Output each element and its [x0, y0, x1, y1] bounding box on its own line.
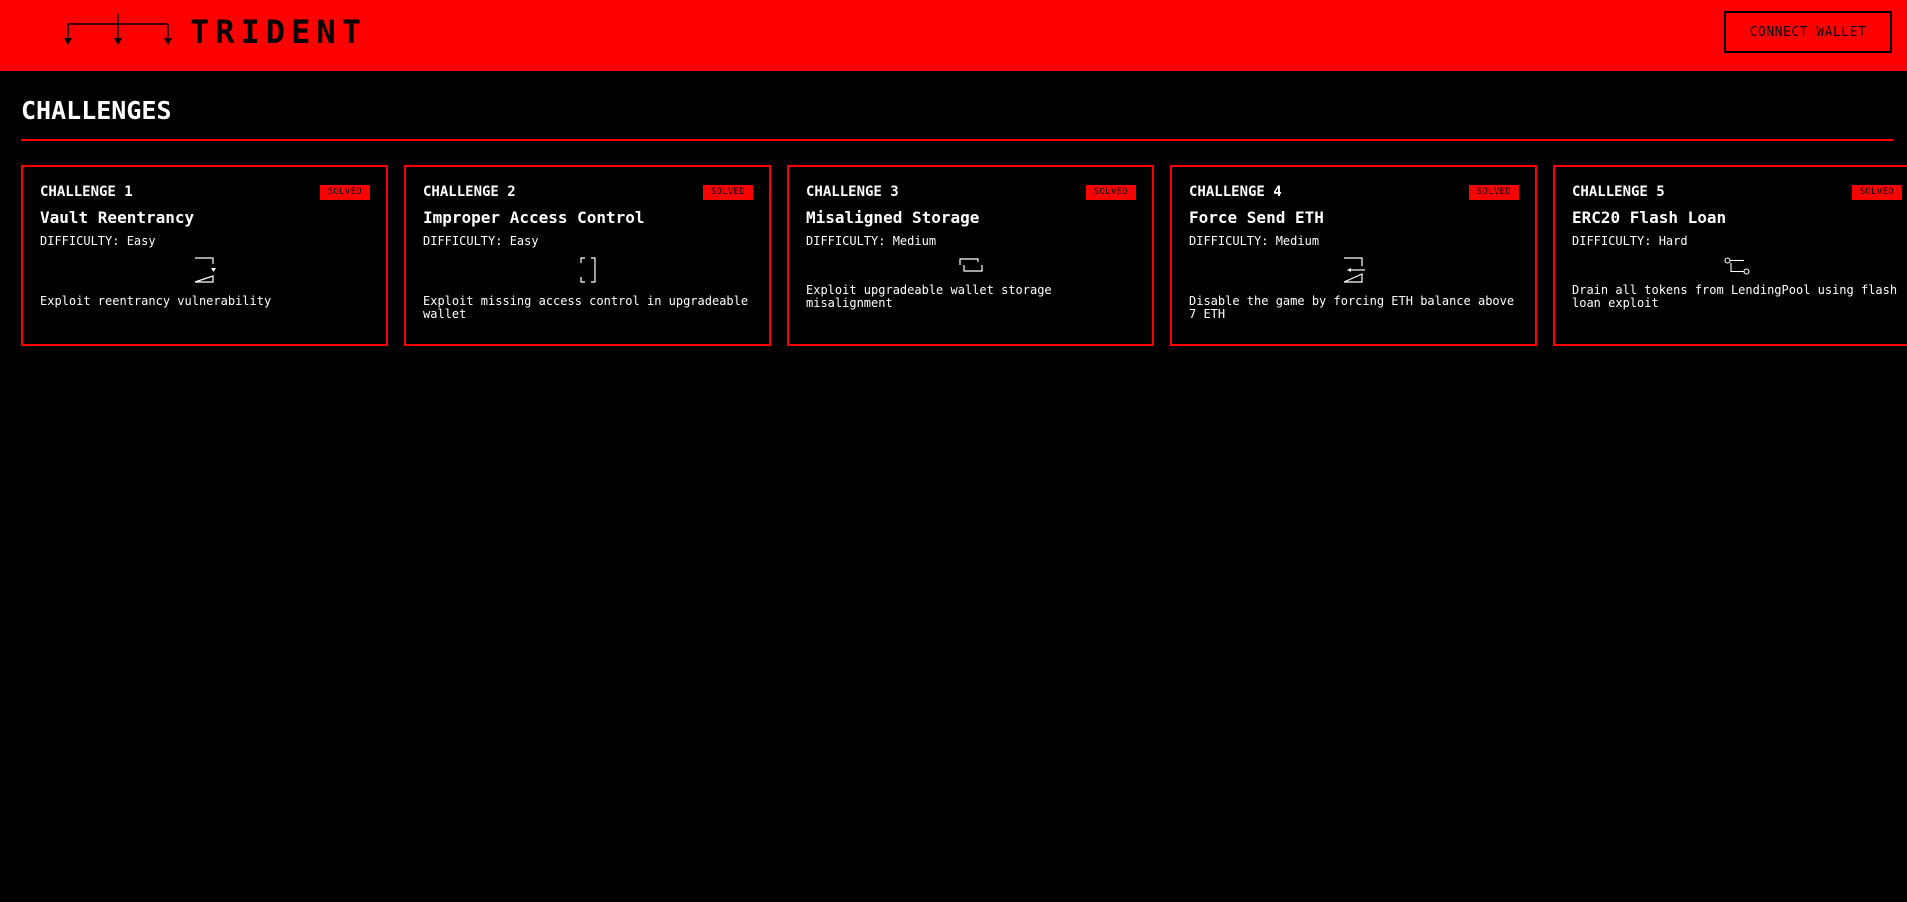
status-badge: SOLVED — [1851, 185, 1902, 200]
challenge-title: Misaligned Storage — [806, 208, 980, 227]
challenge-title: Vault Reentrancy — [40, 208, 195, 227]
brand-name: TRIDENT — [190, 13, 367, 51]
page-title: CHALLENGES — [21, 96, 172, 125]
challenge-description: Exploit missing access control in upgrad… — [423, 294, 749, 321]
challenge-card-2[interactable]: CHALLENGE 2 SOLVED Improper Access Contr… — [404, 165, 771, 346]
connect-wallet-button[interactable]: CONNECT WALLET — [1724, 11, 1892, 53]
status-badge: SOLVED — [1468, 185, 1519, 200]
door-push-icon — [1343, 257, 1365, 283]
top-bar: TRIDENT CONNECT WALLET — [0, 0, 1907, 71]
challenge-title: Force Send ETH — [1189, 208, 1324, 227]
challenge-difficulty: DIFFICULTY: Medium — [806, 234, 937, 248]
challenge-list: CHALLENGE 1 SOLVED Vault Reentrancy DIFF… — [21, 165, 1907, 346]
status-badge: SOLVED — [319, 185, 370, 200]
challenge-difficulty: DIFFICULTY: Hard — [1572, 234, 1688, 248]
challenge-description: Disable the game by forcing ETH balance … — [1189, 294, 1515, 321]
challenge-card-3[interactable]: CHALLENGE 3 SOLVED Misaligned Storage DI… — [787, 165, 1154, 346]
door-enter-icon — [194, 257, 216, 283]
challenge-difficulty: DIFFICULTY: Easy — [40, 234, 156, 248]
challenge-difficulty: DIFFICULTY: Easy — [423, 234, 539, 248]
challenge-card-5[interactable]: CHALLENGE 5 SOLVED ERC20 Flash Loan DIFF… — [1553, 165, 1907, 346]
challenge-description: Drain all tokens from LendingPool using … — [1572, 283, 1898, 310]
challenge-description: Exploit reentrancy vulnerability — [40, 294, 272, 308]
challenge-description: Exploit upgradeable wallet storage misal… — [806, 283, 1052, 310]
challenge-title: Improper Access Control — [423, 208, 645, 227]
challenge-card-1[interactable]: CHALLENGE 1 SOLVED Vault Reentrancy DIFF… — [21, 165, 388, 346]
misaligned-blocks-icon — [959, 258, 983, 272]
challenge-card-4[interactable]: CHALLENGE 4 SOLVED Force Send ETH DIFFIC… — [1170, 165, 1537, 346]
status-badge: SOLVED — [1085, 185, 1136, 200]
challenge-difficulty: DIFFICULTY: Medium — [1189, 234, 1320, 248]
flash-loan-icon — [1724, 257, 1750, 275]
brackets-icon — [580, 257, 596, 283]
challenge-title: ERC20 Flash Loan — [1572, 208, 1727, 227]
trident-branch-icon — [64, 14, 172, 45]
status-badge: SOLVED — [702, 185, 753, 200]
section-divider — [21, 139, 1893, 141]
